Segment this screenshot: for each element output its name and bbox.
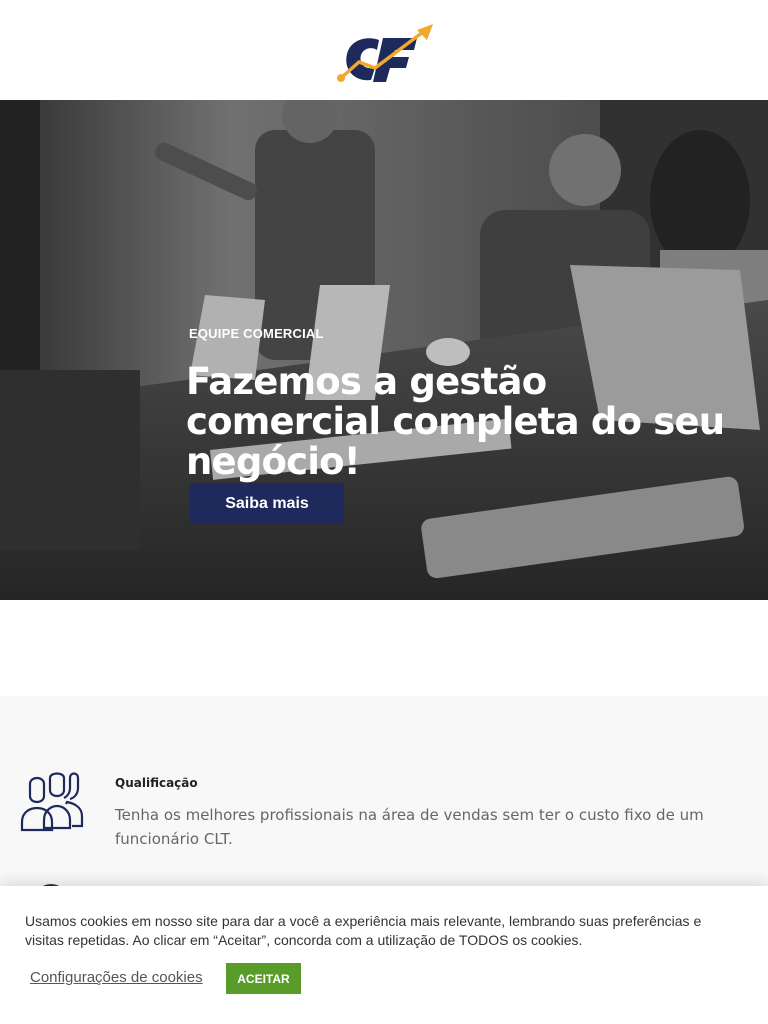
hero-title: Fazemos a gestão comercial completa do s… bbox=[186, 360, 725, 483]
hero-eyebrow: EQUIPE COMERCIAL bbox=[189, 326, 324, 341]
hero-banner: EQUIPE COMERCIAL Fazemos a gestão comerc… bbox=[0, 100, 768, 600]
hero-background-photo bbox=[0, 100, 768, 600]
feature-text: Tenha os melhores profissionais na área … bbox=[115, 806, 704, 848]
feature-title: Qualificação bbox=[115, 776, 198, 790]
growth-arrow-icon bbox=[337, 24, 433, 82]
site-header bbox=[0, 0, 768, 100]
cookie-consent-bar: Usamos cookies em nosso site para dar a … bbox=[0, 886, 768, 1024]
cookie-message: Usamos cookies em nosso site para dar a … bbox=[25, 913, 702, 948]
users-icon bbox=[20, 770, 86, 832]
cookie-settings-link[interactable]: Configurações de cookies bbox=[30, 969, 203, 986]
cookie-accept-button[interactable]: ACEITAR bbox=[226, 963, 301, 994]
saiba-mais-button[interactable]: Saiba mais bbox=[190, 483, 344, 524]
cf-logo[interactable] bbox=[333, 22, 437, 98]
